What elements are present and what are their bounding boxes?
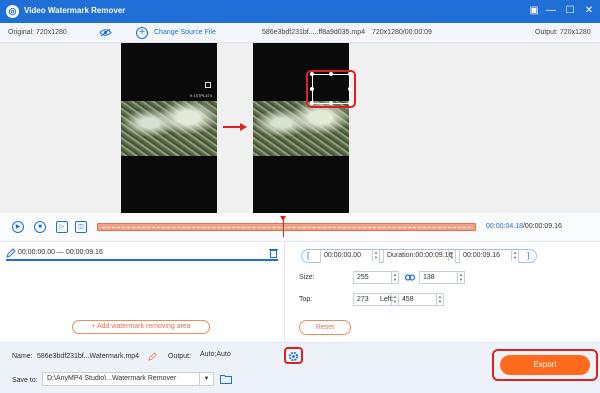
- segment-range: 00:00:00.00 — 00:00:09.16: [18, 249, 103, 256]
- name-label: Name:: [12, 353, 33, 360]
- start-time-value: 00:00:00.00: [324, 252, 361, 259]
- width-input[interactable]: 255 ▲ ▼: [353, 271, 399, 284]
- spinner[interactable]: ▲ ▼: [372, 250, 379, 261]
- output-file-name: 586e3bdf231bf...Watermark.mp4: [37, 353, 140, 360]
- save-path-value: D:\AnyMP4 Studio\...Watermark Remover: [47, 375, 177, 382]
- crop-icon[interactable]: ◫: [75, 221, 87, 233]
- spinner[interactable]: ▲ ▼: [448, 250, 455, 261]
- timecode: 00:00:04.18/00:00:09.16: [486, 223, 562, 230]
- eye-icon[interactable]: [99, 28, 112, 37]
- duration-value: Duration:00:00:09.16: [387, 252, 453, 259]
- add-watermark-area-button[interactable]: + Add watermark removing area: [72, 320, 210, 334]
- size-label: Size:: [299, 274, 315, 281]
- end-time-input[interactable]: 00:00:09.16 ▲ ▼: [459, 250, 519, 263]
- highlight-frame: [306, 70, 356, 108]
- feedback-icon[interactable]: ▣: [526, 3, 542, 19]
- output-label: Output:: [168, 353, 191, 360]
- area-settings-panel: [ 00:00:00.00 ▲ ▼ Duration:00:00:09.16 ▲ ▼ 0…: [285, 242, 600, 342]
- playback-controls: ▶ ■ ▷ ◫ 00:00:04.18/00:00:09.16: [0, 213, 600, 242]
- link-icon[interactable]: [405, 274, 415, 281]
- edit-icon[interactable]: [6, 248, 16, 258]
- reset-button[interactable]: Reset: [299, 320, 351, 335]
- output-format-select[interactable]: Auto;Auto: [196, 349, 284, 363]
- delete-icon[interactable]: [269, 248, 278, 258]
- width-value: 255: [357, 274, 369, 281]
- minimize-icon[interactable]: —: [543, 3, 559, 19]
- output-preview: [253, 43, 349, 213]
- height-value: 138: [423, 274, 435, 281]
- window-title: Video Watermark Remover: [24, 6, 126, 15]
- change-source-button[interactable]: Change Source File: [154, 29, 216, 36]
- folder-icon[interactable]: [220, 374, 232, 384]
- plus-icon[interactable]: +: [136, 27, 148, 39]
- output-resolution: Output: 720x1280: [535, 29, 591, 36]
- play-icon[interactable]: ▶: [12, 221, 24, 233]
- info-toolbar: Original: 720x1280 + Change Source File …: [0, 23, 600, 43]
- left-value: 458: [402, 296, 414, 303]
- current-time: 00:00:04.18: [486, 223, 523, 230]
- time-range-bar: [ 00:00:00.00 ▲ ▼ Duration:00:00:09.16 ▲ ▼ 0…: [301, 249, 537, 263]
- top-value: 273: [357, 296, 369, 303]
- file-name: 586e3bdf231bf.....ff8a9d035.mp4: [262, 29, 366, 36]
- title-bar: ◎ Video Watermark Remover ▣ — ☐ ✕: [0, 0, 600, 23]
- left-input[interactable]: 458 ▲ ▼: [398, 293, 444, 306]
- segment-panel: 00:00:00.00 — 00:00:09.16 + Add watermar…: [0, 242, 283, 342]
- original-resolution: Original: 720x1280: [8, 29, 67, 36]
- save-path-select[interactable]: D:\AnyMP4 Studio\...Watermark Remover ▼: [42, 372, 214, 386]
- start-time-input[interactable]: 00:00:00.00 ▲ ▼: [320, 250, 380, 263]
- gear-icon[interactable]: [288, 351, 299, 362]
- output-format-value: Auto;Auto: [200, 351, 231, 358]
- stop-icon[interactable]: ■: [34, 221, 46, 233]
- spinner[interactable]: ▲ ▼: [511, 250, 518, 261]
- spinner[interactable]: ▲ ▼: [457, 272, 464, 283]
- top-label: Top:: [299, 296, 313, 303]
- save-to-label: Save to:: [12, 377, 38, 384]
- preview-area: lt 10TPL474: [0, 43, 600, 213]
- height-input[interactable]: 138 ▲ ▼: [419, 271, 465, 284]
- duration-input[interactable]: Duration:00:00:09.16 ▲ ▼: [383, 250, 456, 263]
- next-frame-icon[interactable]: ▷: [56, 221, 68, 233]
- app-logo-icon: ◎: [6, 5, 19, 18]
- video-frame: [253, 101, 349, 156]
- segment-row[interactable]: 00:00:00.00 — 00:00:09.16: [6, 247, 278, 261]
- start-bracket-icon[interactable]: [: [307, 251, 309, 260]
- original-preview: lt 10TPL474: [121, 43, 217, 213]
- watermark-icon: [205, 82, 211, 88]
- add-area-label: Add watermark removing area: [96, 323, 191, 330]
- timeline-bar[interactable]: [97, 223, 476, 231]
- playhead-line: [283, 219, 284, 237]
- end-bracket-icon[interactable]: ]: [527, 251, 529, 260]
- left-label-text: Left:: [380, 296, 394, 303]
- arrow-right-icon: [223, 123, 247, 131]
- chevron-down-icon[interactable]: ▼: [199, 373, 213, 385]
- total-time: /00:00:09.16: [522, 223, 562, 230]
- video-frame: [121, 101, 217, 156]
- footer-bar: Name: 586e3bdf231bf...Watermark.mp4 Outp…: [0, 342, 600, 393]
- close-icon[interactable]: ✕: [581, 3, 597, 19]
- watermark-text: lt 10TPL474: [190, 93, 212, 98]
- maximize-icon[interactable]: ☐: [562, 3, 578, 19]
- spinner[interactable]: ▲ ▼: [436, 294, 443, 305]
- resolution-duration: 720x1280/00:00:09: [372, 29, 432, 36]
- edit-icon[interactable]: [148, 352, 157, 361]
- end-time-value: 00:00:09.16: [463, 252, 500, 259]
- export-button[interactable]: Export: [500, 355, 590, 375]
- spinner[interactable]: ▲ ▼: [391, 272, 398, 283]
